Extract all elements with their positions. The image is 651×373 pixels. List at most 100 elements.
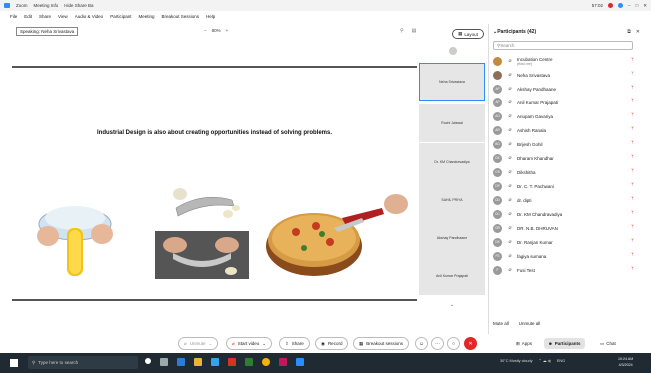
participant-row[interactable]: DK ⌀ Dharam Khandhar ᛘ [493,152,640,164]
language-indicator[interactable]: ENG [557,359,565,363]
participant-row[interactable]: BG ⌀ Brijesh Gohil ᛘ [493,138,640,150]
participant-search-input[interactable]: ⚲ Search [493,41,633,50]
unmute-label: Unmute [189,341,206,346]
zoom-control[interactable]: − 80% + [204,28,228,33]
participant-row[interactable]: AP ⌀ Anil Kumar Prajapati ᛘ [493,96,640,108]
menu-help[interactable]: Help [206,14,215,19]
mic-on-icon[interactable]: ᛘ [631,71,634,77]
menu-share[interactable]: Share [39,14,51,19]
record-button[interactable]: ◉ Record [315,337,349,350]
video-tile[interactable]: Neha Srivastava [419,63,485,101]
menu-edit[interactable]: Edit [24,14,32,19]
participant-row[interactable]: ⌀ Incubation Centre (Host, me) ᛘ [493,55,640,67]
breakout-sessions-button[interactable]: ▦ Breakout sessions [353,337,410,350]
chat-button[interactable]: ▭ Chat [596,338,620,349]
menu-view[interactable]: View [58,14,68,19]
popout-icon[interactable]: ⧉ [627,29,631,35]
annotate-icon[interactable]: ▤ [412,28,417,34]
participant-row[interactable]: FS ⌀ fagiya sumana ᛘ [493,250,640,262]
unmute-button[interactable]: ⌀ Unmute ⌄ [178,337,219,350]
participant-row[interactable]: DC ⌀ Dr. KM Chandravadiya ᛘ [493,208,640,220]
app-icon[interactable] [228,358,236,366]
mic-muted-icon[interactable]: ᛘ [631,196,634,202]
tab-hide-share-bar[interactable]: Hide Share Ba [64,3,93,8]
mute-toggle-button[interactable]: ○ [447,337,460,350]
zoom-taskbar-icon[interactable] [296,358,304,366]
close-panel-icon[interactable]: ✕ [636,29,640,35]
end-meeting-button[interactable]: ✕ [464,337,477,350]
participant-row[interactable]: AR ⌀ Ashish Ranala ᛘ [493,124,640,136]
avatar: DK [493,153,502,163]
participant-row[interactable]: AG ⌀ Anupam Gavariya ᛘ [493,110,640,122]
menu-file[interactable]: File [10,14,17,19]
file-explorer-icon[interactable] [194,358,202,366]
mute-all-button[interactable]: Mute all [493,321,509,326]
taskbar-search-input[interactable]: ⚲ Type here to search [28,356,138,369]
windows-start-icon[interactable] [10,359,18,367]
task-view-icon[interactable] [160,358,168,366]
mic-muted-icon[interactable]: ᛘ [631,182,634,188]
zoom-in-icon[interactable]: + [226,28,229,33]
participant-row[interactable]: DR ⌀ DR. N.B. DHRUVAN ᛘ [493,222,640,234]
menu-meeting[interactable]: Meeting [138,14,154,19]
apps-button[interactable]: ⊞ Apps [512,338,536,349]
participant-row[interactable]: DP ⌀ Dr. C. T. Pachwani ᛘ [493,180,640,192]
mic-muted-icon[interactable]: ᛘ [631,85,634,91]
mic-muted-icon[interactable]: ᛘ [631,126,634,132]
more-button[interactable]: ⋯ [431,337,444,350]
zoom-level[interactable]: 80% [212,28,221,33]
video-tile[interactable]: Akshay Pandhaane [419,219,485,257]
start-video-button[interactable]: ⌀ Start video ⌄ [226,337,273,350]
menu-participant[interactable]: Participant [110,14,131,19]
store-icon[interactable] [211,358,219,366]
video-tile[interactable]: Anil Kumar Prajapati [419,257,485,295]
video-tile[interactable]: Dr. KM Chandravadiya [419,143,485,181]
layout-button[interactable]: ▦ Layout [452,29,484,39]
video-tile[interactable]: SAHIL PRIYA [419,181,485,219]
unmute-all-button[interactable]: Unmute all [519,321,541,326]
app-icon[interactable] [279,358,287,366]
scroll-down-icon[interactable]: ⌄ [450,302,454,308]
taskbar-clock[interactable]: 10:24 AM 4/3/2024 [618,356,633,368]
weather-text[interactable]: 30°C Mostly cloudy [500,359,533,363]
scroll-up-button[interactable] [449,47,457,55]
menu-breakout[interactable]: Breakout Sessions [161,14,199,19]
participant-row[interactable]: ⌀ Neha Srivastava ᛘ [493,69,640,81]
tray-icons[interactable]: ⌃ ☁ ◂) [539,358,551,363]
participants-button[interactable]: ☻ Participants [544,338,585,349]
mic-muted-icon[interactable]: ᛘ [631,266,634,272]
mic-muted-icon[interactable]: ᛘ [631,112,634,118]
mic-muted-icon[interactable]: ᛘ [631,57,634,63]
mic-muted-icon[interactable]: ᛘ [631,168,634,174]
menu-audio-video[interactable]: Audio & Video [75,14,103,19]
participant-row[interactable]: F ⌀ Fusi Test ᛘ [493,264,640,276]
mic-muted-icon[interactable]: ᛘ [631,154,634,160]
avatar: DC [493,209,502,219]
mic-muted-icon[interactable]: ᛘ [631,224,634,230]
cortana-icon[interactable] [145,358,151,364]
close-icon[interactable]: ✕ [643,3,647,9]
zoom-out-icon[interactable]: − [204,28,207,33]
minimize-icon[interactable]: – [628,3,631,8]
reactions-button[interactable]: ☺ [415,337,428,350]
chrome-icon[interactable] [262,358,270,366]
video-tile[interactable]: Ruchi Jaiswal [419,104,485,142]
tab-meeting-info[interactable]: Meeting Info [34,3,59,8]
mic-muted-icon[interactable]: ᛘ [631,238,634,244]
app-icon[interactable] [245,358,253,366]
avatar: AP [493,97,502,107]
edge-icon[interactable] [177,358,185,366]
participant-row[interactable]: DD ⌀ dr. dipti ᛘ [493,194,640,206]
participant-row[interactable]: AP ⌀ Akshay Pandhaane ᛘ [493,83,640,95]
participant-row[interactable]: DS ⌀ Dikshitha ᛘ [493,166,640,178]
magnify-icon[interactable]: ⚲ [400,28,404,34]
video-off-icon: ⌀ [232,340,235,346]
share-button[interactable]: ⇪ Share [279,337,310,350]
pizza-cutter-image [266,194,408,276]
mic-muted-icon[interactable]: ᛘ [631,252,634,258]
mic-muted-icon[interactable]: ᛘ [631,98,634,104]
mic-muted-icon[interactable]: ᛘ [631,140,634,146]
maximize-icon[interactable]: □ [636,3,639,8]
participant-row[interactable]: DK ⌀ Dr. Ranjan Kumar ᛘ [493,236,640,248]
mic-muted-icon[interactable]: ᛘ [631,210,634,216]
